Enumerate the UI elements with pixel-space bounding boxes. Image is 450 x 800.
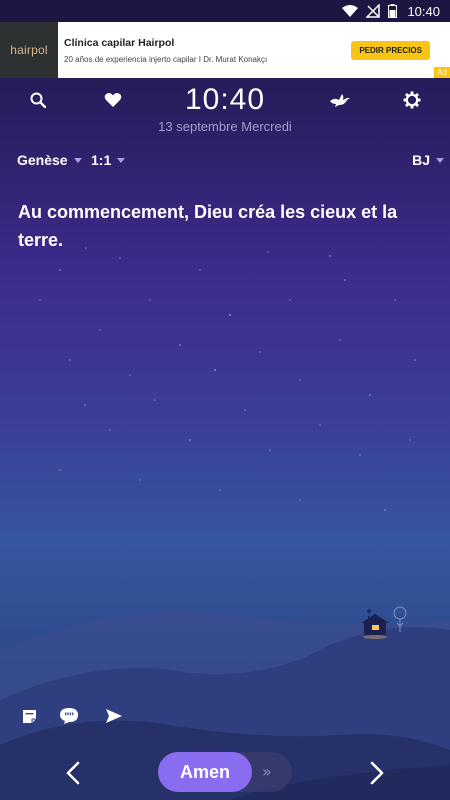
ad-title[interactable]: Clínica capilar Hairpol — [64, 37, 351, 49]
chevron-right-icon[interactable] — [362, 758, 392, 788]
gear-icon[interactable] — [402, 90, 422, 110]
ad-banner[interactable]: hairpol Clínica capilar Hairpol 20 años … — [0, 22, 450, 78]
bottom-bar: Amen » — [0, 752, 450, 794]
no-signal-icon — [366, 4, 381, 18]
verse-text: Au commencement, Dieu créa les cieux et … — [18, 202, 398, 250]
ad-logo-text: hairpol — [10, 43, 48, 57]
chapter-verse-label: 1:1 — [91, 152, 112, 168]
chapter-verse-selector[interactable]: 1:1 — [91, 152, 126, 168]
svg-text:": " — [69, 711, 74, 723]
clock: 10:40 — [184, 83, 266, 116]
status-bar: 10:40 — [0, 0, 450, 22]
slide-hint-icon: » — [262, 762, 272, 781]
version-label: BJ — [412, 152, 430, 168]
caret-down-icon — [436, 157, 444, 163]
book-selector[interactable]: Genèse — [17, 152, 82, 168]
wifi-icon — [342, 4, 359, 18]
amen-button[interactable]: Amen — [158, 752, 252, 792]
ad-logo[interactable]: hairpol — [0, 22, 58, 78]
top-bar: 10:40 13 septembre Mercredi — [0, 80, 450, 140]
version-selector[interactable]: BJ — [412, 152, 444, 168]
note-icon[interactable] — [18, 705, 40, 727]
amen-slider[interactable]: Amen » — [158, 752, 292, 792]
caret-down-icon — [117, 157, 126, 163]
book-label: Genèse — [17, 152, 68, 168]
ad-description: 20 años de experiencia injerto capilar I… — [64, 54, 268, 64]
passage-selectors: Genèse 1:1 BJ — [0, 152, 450, 172]
ad-text[interactable]: Clínica capilar Hairpol 20 años de exper… — [58, 37, 351, 64]
send-icon[interactable] — [103, 705, 125, 727]
caret-down-icon — [73, 157, 82, 163]
dove-icon[interactable] — [328, 90, 352, 110]
quote-icon[interactable]: " " — [58, 705, 80, 727]
house-icon — [361, 609, 389, 639]
ad-cta-button[interactable]: PEDIR PRECIOS — [351, 40, 430, 60]
date-label: 13 septembre Mercredi — [158, 119, 292, 134]
verse-tools: " " — [0, 705, 450, 729]
chevron-left-icon[interactable] — [58, 758, 88, 788]
battery-icon — [388, 4, 398, 18]
ad-badge: Ad — [434, 67, 450, 78]
status-time: 10:40 — [407, 3, 440, 19]
